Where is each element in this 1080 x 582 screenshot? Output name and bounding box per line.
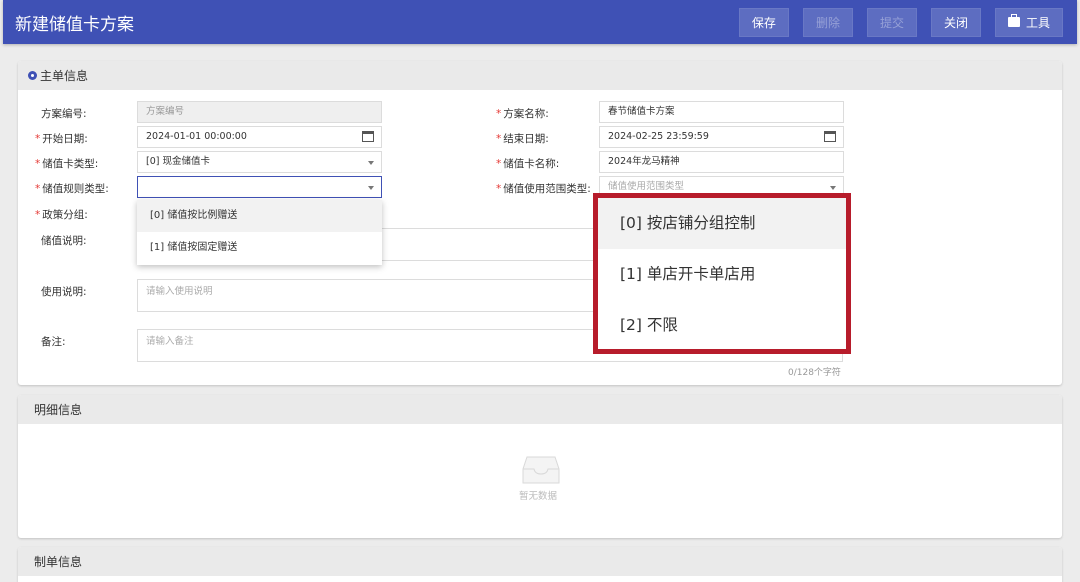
save-button[interactable]: 保存: [738, 7, 789, 37]
maker-info-header: 制单信息: [18, 547, 1062, 576]
usage-scope-placeholder: 储值使用范围类型: [608, 181, 685, 192]
card-type-select[interactable]: [0] 现金储值卡: [137, 151, 382, 173]
chevron-down-icon: [368, 186, 374, 190]
chevron-down-icon: [368, 161, 374, 165]
main-info-title: 主单信息: [40, 69, 89, 83]
usage-scope-option[interactable]: [0] 按店铺分组控制: [598, 198, 846, 249]
calendar-icon[interactable]: [362, 131, 374, 142]
scheme-no-label: 方案编号:: [41, 108, 87, 120]
tools-button[interactable]: 工具: [994, 7, 1063, 37]
rule-type-option[interactable]: [0] 储值按比例赠送: [137, 200, 382, 232]
end-date-value: 2024-02-25 23:59:59: [608, 131, 709, 142]
scheme-name-field[interactable]: 春节储值卡方案: [599, 101, 844, 123]
remark-counter: 0/128个字符: [788, 368, 841, 378]
detail-info-title: 明细信息: [34, 403, 83, 417]
usage-scope-dropdown: [0] 按店铺分组控制 [1] 单店开卡单店用 [2] 不限: [593, 193, 851, 354]
empty-text: 暂无数据: [519, 491, 558, 502]
main-info-header: 主单信息: [18, 61, 1062, 90]
rule-type-option[interactable]: [1] 储值按固定赠送: [137, 232, 382, 264]
scheme-name-label: 方案名称:: [496, 106, 549, 121]
remark-label: 备注:: [41, 336, 66, 348]
toolbar: 保存 删除 提交 关闭 工具: [738, 7, 1063, 37]
usage-scope-option[interactable]: [2] 不限: [598, 300, 846, 351]
card-desc-label: 储值说明:: [41, 235, 87, 247]
scheme-no-field[interactable]: 方案编号: [137, 101, 382, 123]
start-date-value: 2024-01-01 00:00:00: [146, 131, 247, 142]
end-date-field[interactable]: 2024-02-25 23:59:59: [599, 126, 844, 148]
chevron-down-icon: [830, 186, 836, 190]
gear-icon: [28, 71, 37, 80]
policy-group-label: 政策分组:: [35, 207, 88, 222]
usage-scope-label: 储值使用范围类型:: [496, 181, 591, 196]
rule-type-label: 储值规则类型:: [35, 181, 109, 196]
calendar-icon[interactable]: [824, 131, 836, 142]
usage-scope-option[interactable]: [1] 单店开卡单店用: [598, 249, 846, 300]
card-name-field[interactable]: 2024年龙马精神: [599, 151, 844, 173]
inbox-icon: [522, 456, 560, 484]
briefcase-icon: [1007, 14, 1020, 27]
close-button[interactable]: 关闭: [930, 7, 981, 37]
end-date-label: 结束日期:: [496, 131, 549, 146]
card-type-label: 储值卡类型:: [35, 156, 98, 171]
submit-button[interactable]: 提交: [866, 7, 917, 37]
maker-info-panel: 制单信息: [18, 547, 1062, 582]
rule-type-dropdown: [0] 储值按比例赠送 [1] 储值按固定赠送: [137, 200, 382, 265]
page-title: 新建储值卡方案: [15, 14, 134, 35]
delete-button[interactable]: 删除: [802, 7, 853, 37]
start-date-field[interactable]: 2024-01-01 00:00:00: [137, 126, 382, 148]
top-bar: 新建储值卡方案 保存 删除 提交 关闭 工具: [3, 0, 1077, 44]
detail-info-header: 明细信息: [18, 395, 1062, 424]
tools-label: 工具: [1025, 15, 1050, 30]
card-type-value: [0] 现金储值卡: [146, 156, 210, 167]
maker-info-title: 制单信息: [34, 555, 83, 569]
usage-desc-label: 使用说明:: [41, 286, 87, 298]
card-name-label: 储值卡名称:: [496, 156, 559, 171]
rule-type-select[interactable]: [137, 176, 382, 198]
start-date-label: 开始日期:: [35, 131, 88, 146]
